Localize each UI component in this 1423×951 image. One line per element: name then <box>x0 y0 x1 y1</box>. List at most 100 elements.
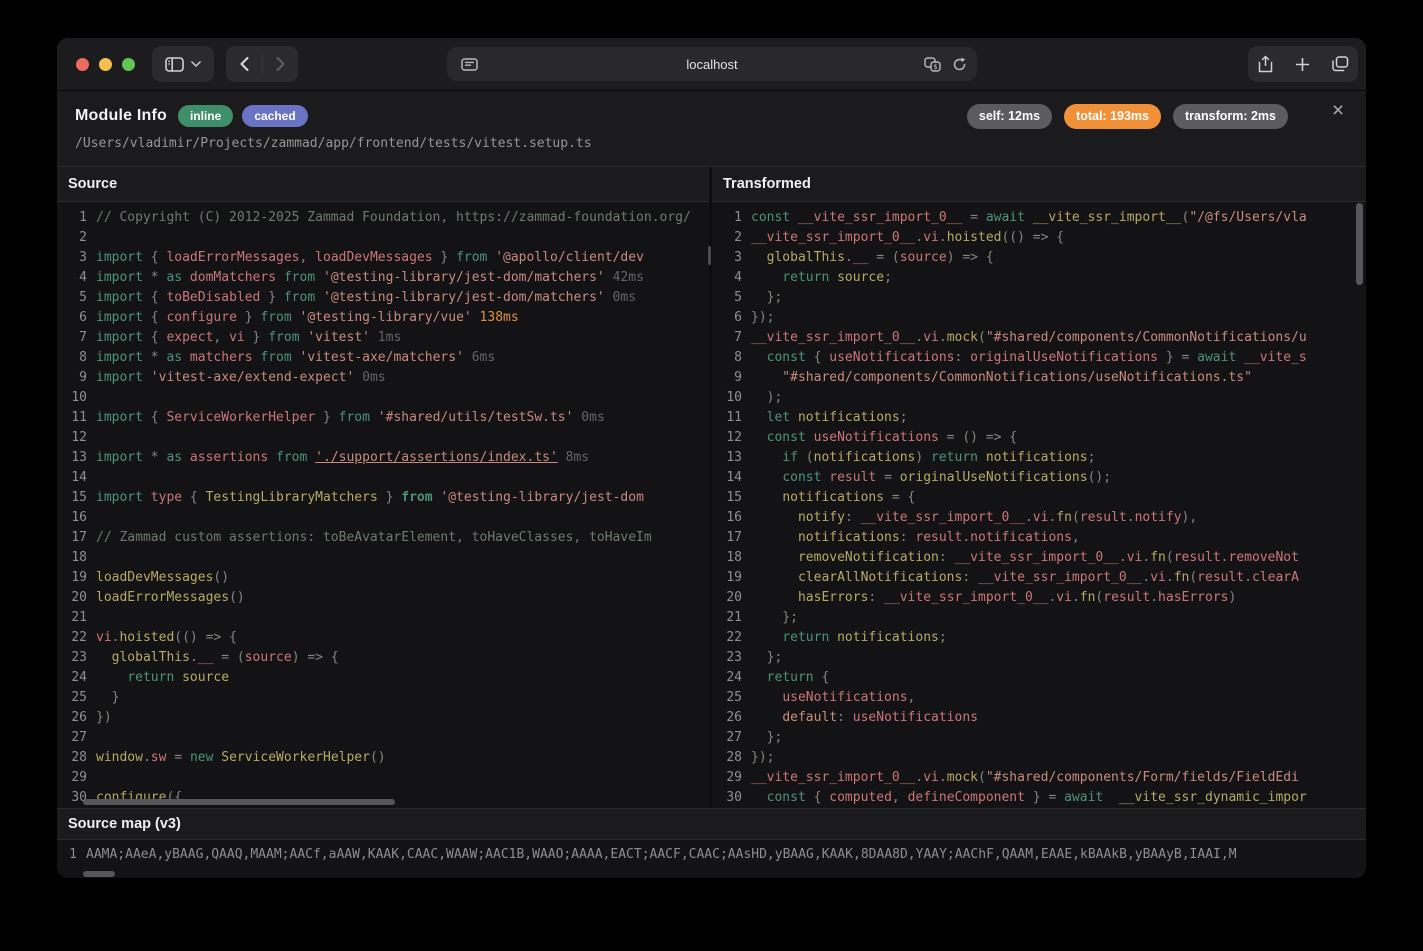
code-line: 5import { toBeDisabled } from '@testing-… <box>57 288 709 308</box>
line-number: 3 <box>57 248 87 268</box>
code-line: 23 }; <box>712 648 1366 668</box>
code-line: 17// Zammad custom assertions: toBeAvata… <box>57 528 709 548</box>
line-number: 17 <box>57 528 87 548</box>
transformed-code: 1const __vite_ssr_import_0__ = await __v… <box>712 202 1366 808</box>
code-line: 14 <box>57 468 709 488</box>
back-button[interactable] <box>226 46 262 82</box>
code-line: 15 notifications = { <box>712 488 1366 508</box>
code-line: 7import { expect, vi } from 'vitest' 1ms <box>57 328 709 348</box>
new-tab-icon[interactable] <box>1295 57 1310 72</box>
code-line: 14 const result = originalUseNotificatio… <box>712 468 1366 488</box>
toolbar-actions <box>1248 46 1358 82</box>
code-line: 6}); <box>712 308 1366 328</box>
line-number: 16 <box>712 508 742 528</box>
sourcemap-horizontal-scrollbar[interactable] <box>83 871 115 877</box>
address-bar[interactable]: localhost $ <box>447 47 977 81</box>
code-line: 16 notify: __vite_ssr_import_0__.vi.fn(r… <box>712 508 1366 528</box>
code-line: 10 ); <box>712 388 1366 408</box>
module-badges: inlinecached <box>178 105 308 127</box>
minimize-window-button[interactable] <box>99 58 112 71</box>
code-line: 16 <box>57 508 709 528</box>
module-link[interactable]: './support/assertions/index.ts' <box>315 450 558 465</box>
source-panel: Source 1// Copyright (C) 2012-2025 Zamma… <box>57 167 709 808</box>
splitter-handle[interactable] <box>708 246 711 265</box>
code-line: 1// Copyright (C) 2012-2025 Zammad Found… <box>57 208 709 228</box>
line-number: 11 <box>57 408 87 428</box>
line-number: 7 <box>57 328 87 348</box>
zoom-window-button[interactable] <box>122 58 135 71</box>
line-number: 21 <box>57 608 87 628</box>
traffic-lights <box>76 58 135 71</box>
line-number: 5 <box>57 288 87 308</box>
line-number: 6 <box>712 308 742 328</box>
line-number: 22 <box>712 628 742 648</box>
source-code: 1// Copyright (C) 2012-2025 Zammad Found… <box>57 202 709 808</box>
timing-badge: transform: 2ms <box>1173 104 1288 129</box>
translate-icon[interactable]: $ <box>924 57 942 72</box>
code-line: 24 return source <box>57 668 709 688</box>
line-number: 25 <box>712 688 742 708</box>
line-number: 14 <box>57 468 87 488</box>
code-line: 28window.sw = new ServiceWorkerHelper() <box>57 748 709 768</box>
transformed-panel-title: Transformed <box>712 167 1366 202</box>
line-number: 26 <box>712 708 742 728</box>
sidebar-toggle-button[interactable] <box>152 46 214 82</box>
forward-button[interactable] <box>262 46 298 82</box>
close-icon[interactable]: × <box>1324 97 1352 125</box>
code-line: 28}); <box>712 748 1366 768</box>
line-number: 7 <box>712 328 742 348</box>
code-line: 13 if (notifications) return notificatio… <box>712 448 1366 468</box>
line-number: 8 <box>57 348 87 368</box>
code-line: 29__vite_ssr_import_0__.vi.mock("#shared… <box>712 768 1366 788</box>
share-icon[interactable] <box>1258 55 1273 74</box>
line-number: 1 <box>57 208 87 228</box>
line-number: 4 <box>57 268 87 288</box>
code-line: 5 }; <box>712 288 1366 308</box>
chevron-down-icon <box>191 61 201 67</box>
line-number: 8 <box>712 348 742 368</box>
reload-icon[interactable] <box>952 57 967 72</box>
code-line: 19 clearAllNotifications: __vite_ssr_imp… <box>712 568 1366 588</box>
code-line: 17 notifications: result.notifications, <box>712 528 1366 548</box>
sidebar-icon <box>165 57 184 72</box>
line-number: 25 <box>57 688 87 708</box>
line-number: 3 <box>712 248 742 268</box>
code-line: 26 default: useNotifications <box>712 708 1366 728</box>
line-number: 13 <box>57 448 87 468</box>
line-number: 30 <box>57 788 87 808</box>
sourcemap-title: Source map (v3) <box>57 808 1366 840</box>
module-badge: cached <box>242 105 307 127</box>
source-horizontal-scrollbar[interactable] <box>83 799 395 805</box>
line-number: 29 <box>57 768 87 788</box>
address-url: localhost <box>447 57 977 72</box>
code-line: 11 let notifications; <box>712 408 1366 428</box>
transformed-vertical-scrollbar[interactable] <box>1356 203 1363 285</box>
line-number: 5 <box>712 288 742 308</box>
line-number: 10 <box>712 388 742 408</box>
line-number: 20 <box>712 588 742 608</box>
line-number: 29 <box>712 768 742 788</box>
source-panel-title: Source <box>57 167 709 202</box>
line-number: 26 <box>57 708 87 728</box>
code-line: 18 <box>57 548 709 568</box>
line-number: 24 <box>712 668 742 688</box>
tab-overview-icon[interactable] <box>1332 56 1349 72</box>
code-line: 27 <box>57 728 709 748</box>
code-line: 25 } <box>57 688 709 708</box>
line-number: 23 <box>712 648 742 668</box>
timing-badge: total: 193ms <box>1064 104 1161 129</box>
code-line: 4 return source; <box>712 268 1366 288</box>
code-line: 10 <box>57 388 709 408</box>
timing-badges: self: 12mstotal: 193mstransform: 2ms <box>967 104 1288 129</box>
sourcemap-mappings: AAMA;AAeA,yBAAG,QAAQ,MAAM;AACf,aAAW,KAAK… <box>86 847 1237 862</box>
sourcemap-line: 1 AAMA;AAeA,yBAAG,QAAQ,MAAM;AACf,aAAW,KA… <box>57 840 1366 868</box>
close-window-button[interactable] <box>76 58 89 71</box>
code-line: 2 <box>57 228 709 248</box>
code-line: 27 }; <box>712 728 1366 748</box>
code-line: 29 <box>57 768 709 788</box>
module-path: /Users/vladimir/Projects/zammad/app/fron… <box>75 136 1348 151</box>
code-line: 30configure({ <box>57 788 709 808</box>
code-line: 7__vite_ssr_import_0__.vi.mock("#shared/… <box>712 328 1366 348</box>
module-info-header: Module Info inlinecached self: 12mstotal… <box>57 91 1366 167</box>
line-number: 10 <box>57 388 87 408</box>
